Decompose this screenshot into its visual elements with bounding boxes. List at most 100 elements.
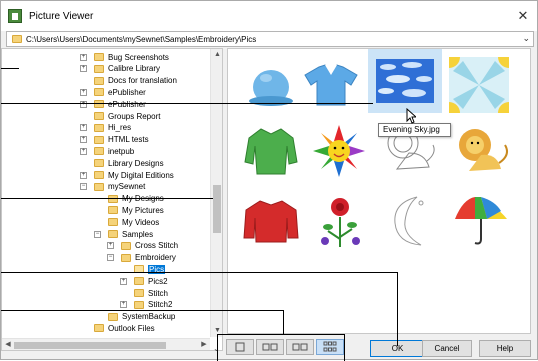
collapse-icon[interactable]: −	[107, 254, 114, 262]
thumbnail-evening-sky[interactable]	[368, 49, 442, 113]
callout-line	[217, 334, 218, 361]
thumbnail-flowers[interactable]	[304, 189, 378, 253]
thumbnail-moon[interactable]	[374, 189, 448, 253]
tree-item[interactable]: + Calibre Library	[80, 63, 160, 75]
tree-item[interactable]: Pics	[120, 263, 166, 275]
tree-item[interactable]: Stitch	[120, 287, 168, 299]
folder-icon	[94, 324, 104, 333]
folder-tree[interactable]: + Bug Screenshots + Calibre Library Docs for…	[1, 48, 223, 351]
tree-item[interactable]: + Bug Screenshots	[80, 51, 169, 63]
expand-icon[interactable]: +	[80, 65, 87, 73]
scroll-left-icon[interactable]: ◀	[2, 339, 14, 350]
tree-item[interactable]: − Samples	[94, 228, 153, 240]
thumbnail-tooltip: Evening Sky.jpg	[378, 123, 451, 137]
close-icon[interactable]: ✕	[515, 8, 531, 24]
path-combobox[interactable]: C:\Users\Users\Documents\mySewnet\Sample…	[6, 31, 534, 47]
tree-item[interactable]: Docs for translation	[80, 75, 177, 87]
tree-item-label: Embroidery	[135, 253, 176, 263]
callout-line	[1, 103, 373, 104]
thumbnail-lion-color[interactable]	[444, 119, 518, 183]
expand-icon[interactable]: +	[80, 88, 87, 96]
folder-icon	[108, 230, 118, 238]
thumbnail-green-shirt[interactable]	[234, 119, 308, 183]
tree-item-label: Pics2	[148, 276, 168, 286]
cap-image	[249, 70, 293, 106]
thumbnail-red-sweater[interactable]	[234, 189, 308, 253]
expand-icon[interactable]: +	[80, 124, 87, 132]
expand-icon[interactable]: +	[80, 53, 87, 61]
tree-item[interactable]: + inetpub	[80, 145, 134, 157]
thumbnail-gallery[interactable]	[227, 48, 531, 334]
green-shirt-image	[244, 128, 298, 175]
tree-item[interactable]: + Hi_res	[80, 122, 131, 134]
view-small-button[interactable]	[286, 339, 314, 355]
folder-icon	[121, 253, 131, 262]
tree-item[interactable]: + ePublisher	[80, 98, 146, 110]
tree-item[interactable]: Outlook Files	[80, 322, 155, 334]
tree-item[interactable]: Library Designs	[80, 157, 164, 169]
folder-icon	[94, 53, 104, 61]
expand-icon[interactable]: +	[120, 277, 127, 285]
tree-item[interactable]: My Videos	[94, 216, 159, 228]
cancel-button[interactable]: Cancel	[422, 340, 472, 357]
large-grid-icon	[235, 342, 245, 352]
tree-item[interactable]: + My Digital Editions	[80, 169, 174, 181]
tree-item[interactable]: Groups Report	[80, 110, 160, 122]
red-sweater-image	[243, 200, 299, 243]
tree-item-label: Bug Screenshots	[108, 52, 169, 62]
tree-item-label: My Digital Editions	[108, 170, 174, 180]
tree-item-label: My Videos	[122, 217, 160, 227]
view-large-button[interactable]	[226, 339, 254, 355]
tree-horizontal-scrollbar[interactable]: ◀ ▶	[2, 338, 210, 350]
folder-icon	[94, 171, 104, 179]
collapse-icon[interactable]: −	[94, 230, 101, 238]
scroll-up-icon[interactable]: ▲	[211, 49, 222, 61]
thumbnail-sun-tile[interactable]	[442, 53, 516, 117]
tree-item[interactable]: SystemBackup	[94, 311, 175, 323]
picture-viewer-window: Picture Viewer ✕ C:\Users\Users\Document…	[0, 0, 538, 361]
callout-line	[217, 334, 345, 335]
tree-item[interactable]: + Pics2	[120, 275, 168, 287]
view-tiny-button[interactable]	[316, 339, 344, 355]
expand-icon[interactable]: +	[107, 242, 114, 250]
expand-icon[interactable]: +	[80, 100, 87, 108]
sun-face-image	[313, 125, 365, 177]
tree-item-label: Cross Stitch	[135, 241, 179, 251]
tree-vertical-scrollbar[interactable]: ▲ ▼	[210, 49, 222, 337]
tree-item-label: Samples	[122, 229, 154, 239]
chevron-down-icon[interactable]: ⌄	[522, 33, 530, 44]
tiny-grid-icon	[323, 341, 337, 352]
scroll-right-icon[interactable]: ▶	[198, 339, 210, 350]
tree-item[interactable]: My Pictures	[94, 204, 164, 216]
help-button[interactable]: Help	[479, 340, 531, 357]
view-medium-button[interactable]	[256, 339, 284, 355]
expand-icon[interactable]: +	[80, 136, 87, 144]
tree-item[interactable]: + ePublisher	[80, 86, 146, 98]
thumbnail-polo-shirt[interactable]	[294, 53, 368, 117]
callout-line	[1, 198, 213, 199]
collapse-icon[interactable]: −	[80, 183, 87, 191]
tree-item[interactable]: − mySewnet	[80, 181, 145, 193]
folder-icon	[94, 100, 104, 109]
scroll-thumb[interactable]	[213, 185, 221, 233]
tree-item-label: Outlook Files	[108, 323, 155, 333]
tree-item[interactable]: + Stitch2	[120, 299, 172, 311]
folder-icon	[94, 123, 104, 132]
callout-line	[283, 310, 284, 335]
folder-icon	[134, 277, 144, 286]
tree-item-label: Stitch	[148, 288, 169, 298]
thumbnail-sun-face[interactable]	[302, 119, 376, 183]
expand-icon[interactable]: +	[80, 171, 87, 179]
tree-item[interactable]: − Embroidery	[107, 252, 176, 264]
expand-icon[interactable]: +	[120, 301, 127, 309]
callout-line	[1, 310, 284, 311]
callout-line	[397, 272, 398, 346]
thumbnail-umbrella[interactable]	[444, 189, 518, 253]
scroll-thumb-horizontal[interactable]	[14, 342, 166, 349]
tree-item[interactable]: + HTML tests	[80, 134, 149, 146]
expand-icon[interactable]: +	[80, 147, 87, 155]
tree-item[interactable]: + Cross Stitch	[107, 240, 178, 252]
